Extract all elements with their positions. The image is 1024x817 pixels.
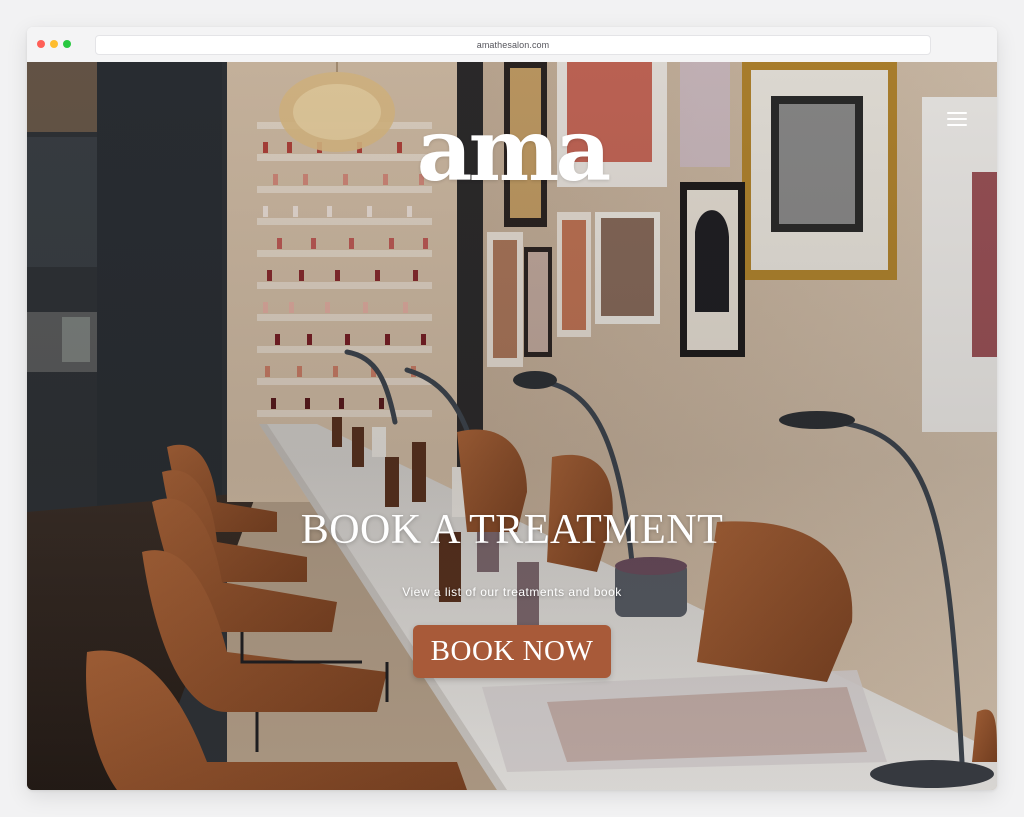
maximize-window-dot[interactable] bbox=[63, 40, 71, 48]
menu-bar-line bbox=[947, 124, 967, 126]
browser-toolbar: amathesalon.com bbox=[27, 27, 997, 63]
browser-window: amathesalon.com ama BOOK A TREATMENT Vie… bbox=[27, 27, 997, 790]
hero-subtitle: View a list of our treatments and book bbox=[402, 585, 622, 599]
hero-section: ama BOOK A TREATMENT View a list of our … bbox=[27, 62, 997, 790]
menu-bar-line bbox=[947, 112, 967, 114]
book-now-button[interactable]: BOOK NOW bbox=[413, 625, 611, 678]
minimize-window-dot[interactable] bbox=[50, 40, 58, 48]
site-logo[interactable]: ama bbox=[27, 108, 997, 194]
menu-bar-line bbox=[947, 118, 967, 120]
close-window-dot[interactable] bbox=[37, 40, 45, 48]
address-bar[interactable]: amathesalon.com bbox=[95, 35, 931, 55]
hamburger-menu-icon[interactable] bbox=[945, 109, 969, 129]
hero-title: BOOK A TREATMENT bbox=[300, 507, 724, 553]
